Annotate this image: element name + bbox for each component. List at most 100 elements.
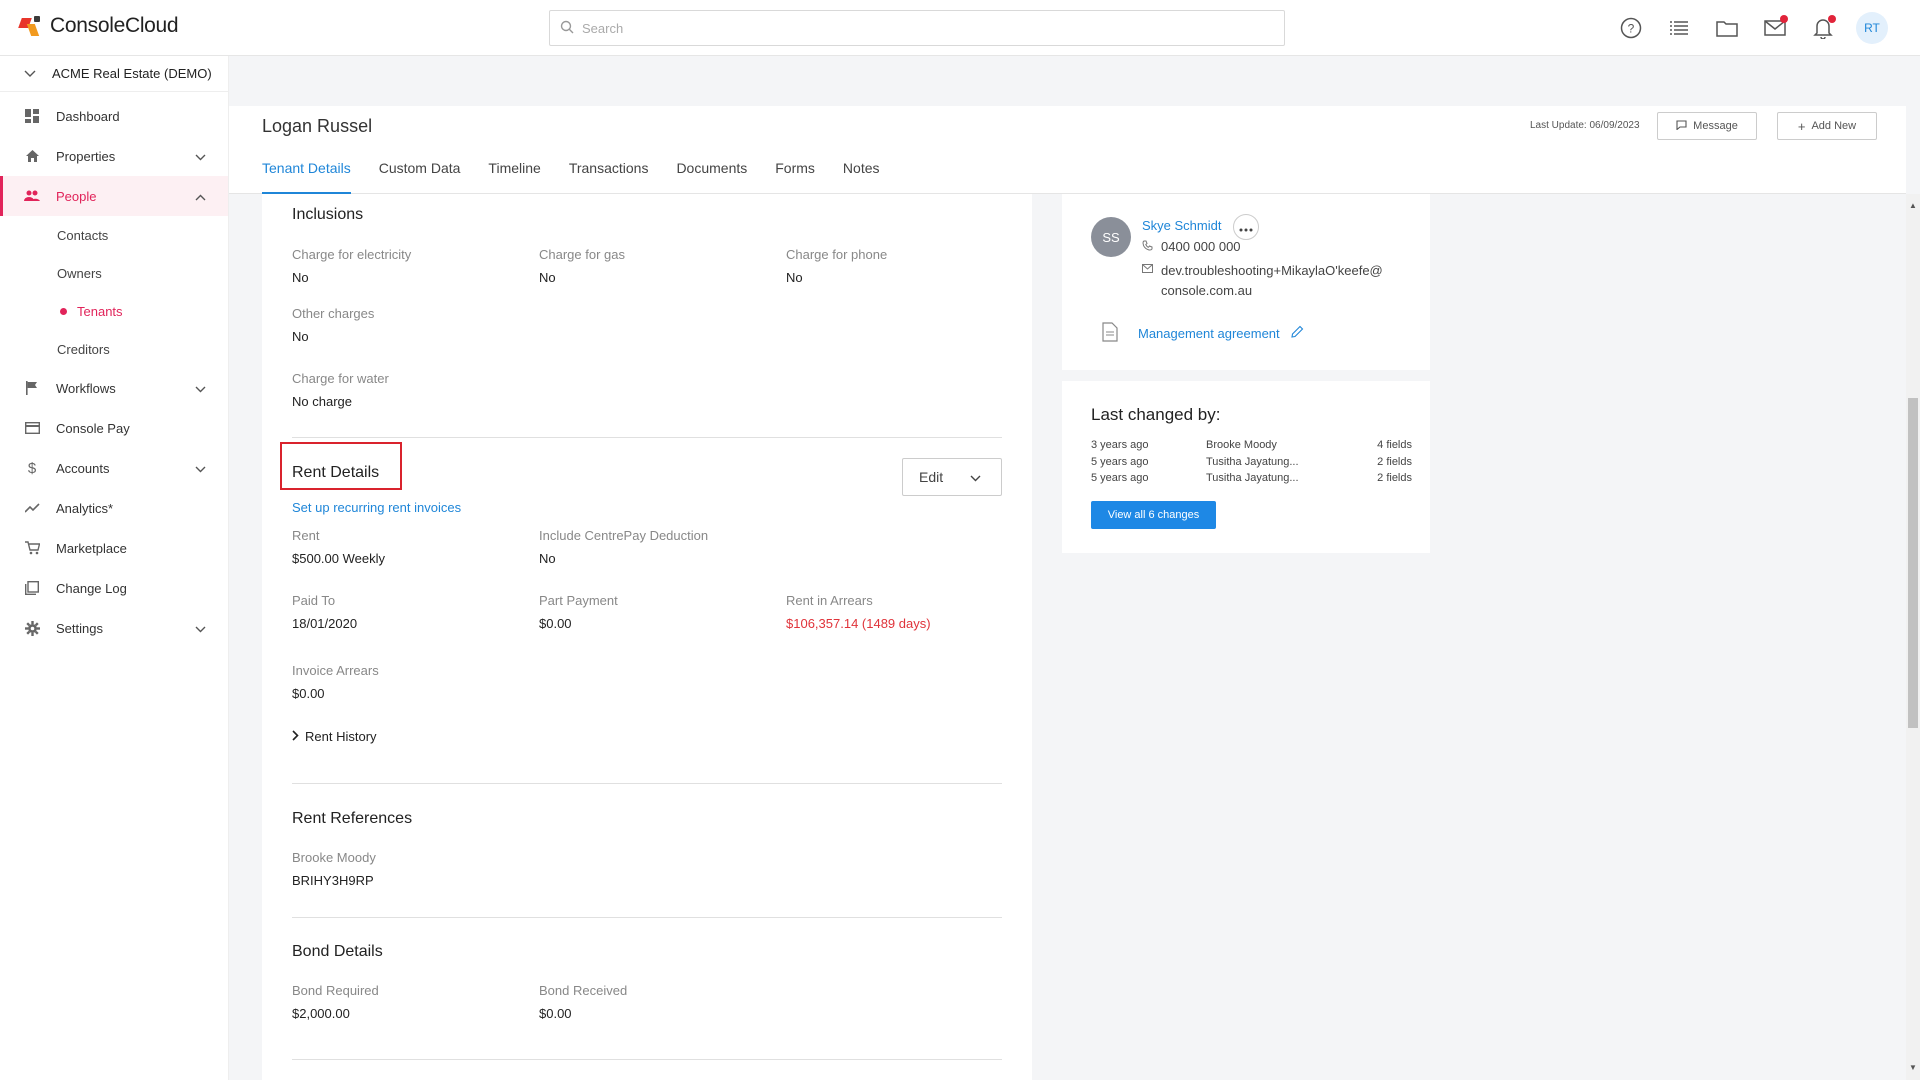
folder-icon[interactable] <box>1712 13 1742 43</box>
chevron-down-icon <box>195 461 206 476</box>
change-user: Brooke Moody <box>1206 439 1277 451</box>
tab-timeline[interactable]: Timeline <box>488 160 540 194</box>
view-all-changes-button[interactable]: View all 6 changes <box>1091 501 1216 529</box>
scroll-thumb[interactable] <box>1908 398 1918 728</box>
management-agreement-link[interactable]: Management agreement <box>1138 326 1280 341</box>
field-label: Bond Received <box>539 983 628 998</box>
sidebar-item-label: Workflows <box>56 380 116 396</box>
scrollbar[interactable]: ▲ ▼ <box>1906 194 1920 1080</box>
sidebar-item-label: Marketplace <box>56 540 127 556</box>
sidebar-item-console-pay[interactable]: Console Pay <box>0 408 228 448</box>
message-button-label: Message <box>1693 120 1738 132</box>
tab-documents[interactable]: Documents <box>676 160 747 194</box>
mail-unread-dot <box>1780 15 1788 23</box>
recurring-invoices-link[interactable]: Set up recurring rent invoices <box>292 500 461 515</box>
page-title: Logan Russel <box>262 116 373 136</box>
sidebar-item-marketplace[interactable]: Marketplace <box>0 528 228 568</box>
chevron-right-icon <box>292 729 299 744</box>
field-part-payment: Part Payment $0.00 <box>539 593 618 631</box>
owner-avatar: SS <box>1091 217 1131 257</box>
change-time: 5 years ago <box>1091 456 1149 468</box>
dollar-icon: $ <box>27 459 37 477</box>
search-box[interactable] <box>549 10 1285 46</box>
tab-custom-data[interactable]: Custom Data <box>379 160 461 194</box>
more-options-button[interactable] <box>1233 214 1259 240</box>
sidebar-subitem-creditors[interactable]: Creditors <box>0 330 228 368</box>
field-electricity: Charge for electricity No <box>292 247 411 285</box>
add-new-button-label: Add New <box>1811 120 1857 132</box>
field-label: Rent in Arrears <box>786 593 873 608</box>
notification-dot <box>1828 15 1836 23</box>
tab-tenant-details[interactable]: Tenant Details <box>262 160 351 194</box>
field-water: Charge for water No charge <box>292 371 389 409</box>
divider <box>292 917 1002 918</box>
tab-transactions[interactable]: Transactions <box>569 160 649 194</box>
sidebar-item-accounts[interactable]: $ Accounts <box>0 448 228 488</box>
change-time: 5 years ago <box>1091 472 1149 484</box>
sidebar-subitem-tenants[interactable]: Tenants <box>0 292 228 330</box>
gear-icon <box>24 620 40 636</box>
message-button[interactable]: Message <box>1657 112 1757 140</box>
tab-notes[interactable]: Notes <box>843 160 880 194</box>
field-label: Charge for water <box>292 371 389 386</box>
chevron-down-icon <box>24 66 36 81</box>
divider <box>292 1059 1002 1060</box>
svg-text:?: ? <box>1628 22 1635 36</box>
divider <box>292 437 1002 438</box>
section-title-inclusions: Inclusions <box>292 206 364 223</box>
tab-forms[interactable]: Forms <box>775 160 815 194</box>
sidebar-item-workflows[interactable]: Workflows <box>0 368 228 408</box>
field-value: $2,000.00 <box>292 1006 350 1021</box>
bell-icon[interactable] <box>1808 13 1838 43</box>
mail-icon[interactable] <box>1760 13 1790 43</box>
sidebar-item-label: Settings <box>56 620 103 636</box>
dashboard-icon <box>24 108 40 124</box>
sidebar-subitem-contacts[interactable]: Contacts <box>0 216 228 254</box>
field-other-charges: Other charges No <box>292 306 374 344</box>
field-centrepay: Include CentrePay Deduction No <box>539 528 708 566</box>
chevron-down-icon <box>970 469 981 485</box>
scroll-up-icon[interactable]: ▲ <box>1908 200 1918 210</box>
field-label: Paid To <box>292 593 336 608</box>
app-logo[interactable]: ConsoleCloud <box>18 14 179 38</box>
field-value: No <box>539 270 556 285</box>
sidebar-item-dashboard[interactable]: Dashboard <box>0 96 228 136</box>
sidebar-item-change-log[interactable]: Change Log <box>0 568 228 608</box>
people-icon <box>24 188 40 204</box>
owner-name-link[interactable]: Skye Schmidt <box>1142 218 1221 233</box>
last-update: Last Update: 06/09/2023 <box>1530 120 1640 131</box>
sidebar: ACME Real Estate (DEMO) Dashboard Proper… <box>0 56 229 1080</box>
list-icon[interactable] <box>1664 13 1694 43</box>
sidebar-item-properties[interactable]: Properties <box>0 136 228 176</box>
sidebar-item-analytics[interactable]: Analytics* <box>0 488 228 528</box>
field-value: No <box>292 329 309 344</box>
chevron-down-icon <box>195 381 206 396</box>
field-label: Invoice Arrears <box>292 663 379 678</box>
sidebar-item-label: Console Pay <box>56 420 130 436</box>
change-user: Tusitha Jayatung... <box>1206 456 1299 468</box>
sidebar-subitem-owners[interactable]: Owners <box>0 254 228 292</box>
pencil-icon[interactable] <box>1290 325 1304 342</box>
rent-history-toggle[interactable]: Rent History <box>292 729 1002 744</box>
org-name: ACME Real Estate (DEMO) <box>52 66 212 81</box>
sidebar-item-people[interactable]: People <box>0 176 228 216</box>
edit-dropdown-button[interactable]: Edit <box>902 458 1002 496</box>
user-avatar[interactable]: RT <box>1856 12 1888 44</box>
org-selector[interactable]: ACME Real Estate (DEMO) <box>0 56 228 92</box>
change-row: 3 years ago Brooke Moody 4 fields <box>1091 439 1412 451</box>
sidebar-item-settings[interactable]: Settings <box>0 608 228 648</box>
sidebar-item-label: Analytics* <box>56 500 114 516</box>
scroll-down-icon[interactable]: ▼ <box>1908 1062 1918 1072</box>
field-label: Charge for electricity <box>292 247 412 262</box>
sidebar-subitem-label: Tenants <box>77 303 123 319</box>
add-new-button[interactable]: + Add New <box>1777 112 1877 140</box>
help-icon[interactable]: ? <box>1616 13 1646 43</box>
field-value: $500.00 Weekly <box>292 551 385 566</box>
field-value: $0.00 <box>539 616 572 631</box>
flag-icon <box>24 380 40 396</box>
field-rent-in-arrears: Rent in Arrears $106,357.14 (1489 days) <box>786 593 931 631</box>
search-input[interactable] <box>582 20 1262 36</box>
section-title-bond-details: Bond Details <box>292 943 383 960</box>
change-fields: 4 fields <box>1377 439 1412 451</box>
owner-email-line1: dev.troubleshooting+MikaylaO'keefe@ <box>1161 263 1383 278</box>
